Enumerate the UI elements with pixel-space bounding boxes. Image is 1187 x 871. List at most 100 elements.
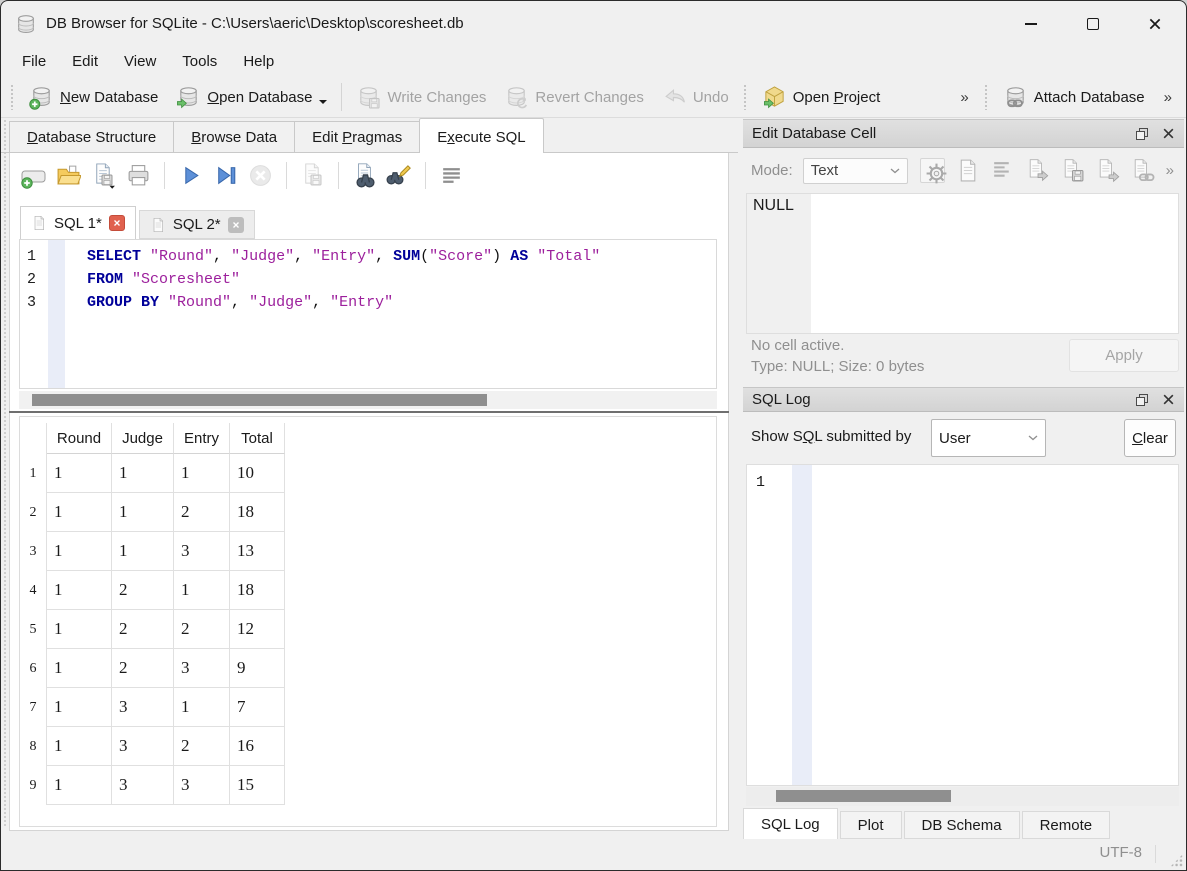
edit-database-cell-dock-titlebar[interactable]: Edit Database Cell xyxy=(743,119,1184,148)
print-icon[interactable] xyxy=(125,162,152,189)
results-cell[interactable]: 1 xyxy=(112,454,174,493)
scrollbar-thumb[interactable] xyxy=(32,394,487,406)
attach-database-button[interactable]: Attach Database xyxy=(994,80,1154,114)
results-cell[interactable]: 2 xyxy=(174,727,230,766)
float-icon[interactable] xyxy=(1135,127,1149,141)
row-number[interactable]: 3 xyxy=(20,532,47,571)
find-replace-icon[interactable] xyxy=(386,162,413,189)
titlebar[interactable]: DB Browser for SQLite - C:\Users\aeric\D… xyxy=(1,1,1186,46)
results-cell[interactable]: 13 xyxy=(230,532,285,571)
clear-button[interactable]: Clear xyxy=(1124,419,1176,457)
results-cell[interactable]: 3 xyxy=(112,766,174,805)
sql-log-view[interactable]: 1 xyxy=(746,464,1179,786)
results-cell[interactable]: 3 xyxy=(174,532,230,571)
find-icon[interactable] xyxy=(351,162,378,189)
results-cell[interactable]: 16 xyxy=(230,727,285,766)
dock-tab-remote[interactable]: Remote xyxy=(1021,811,1111,839)
sql-log-dock-titlebar[interactable]: SQL Log xyxy=(743,387,1184,412)
row-number[interactable]: 2 xyxy=(20,493,47,532)
results-cell[interactable]: 1 xyxy=(112,493,174,532)
results-cell[interactable]: 1 xyxy=(47,532,112,571)
results-cell[interactable]: 18 xyxy=(230,493,285,532)
row-number[interactable]: 9 xyxy=(20,766,47,805)
execute-current-line-icon[interactable] xyxy=(212,162,239,189)
results-cell[interactable]: 2 xyxy=(112,610,174,649)
results-cell[interactable]: 2 xyxy=(112,571,174,610)
results-cell[interactable]: 3 xyxy=(174,766,230,805)
dock-tab-db-schema[interactable]: DB Schema xyxy=(903,811,1020,839)
toolbar-overflow-chevron[interactable]: » xyxy=(1154,89,1182,106)
cell-value-editor[interactable]: NULL xyxy=(746,193,1179,334)
float-icon[interactable] xyxy=(1135,393,1149,407)
results-cell[interactable]: 1 xyxy=(47,688,112,727)
close-tab-icon[interactable] xyxy=(108,215,125,231)
results-cell[interactable]: 1 xyxy=(47,727,112,766)
menu-tools[interactable]: Tools xyxy=(169,49,230,74)
toolbar-overflow-chevron[interactable]: » xyxy=(1166,162,1176,179)
toolbar-drag-handle[interactable] xyxy=(983,84,989,110)
results-cell[interactable]: 3 xyxy=(112,727,174,766)
close-icon[interactable] xyxy=(1162,127,1175,140)
results-cell[interactable]: 10 xyxy=(230,454,285,493)
row-number[interactable]: 8 xyxy=(20,727,47,766)
sql-code-area[interactable]: SELECT "Round", "Judge", "Entry", SUM("S… xyxy=(65,240,716,388)
results-column-header-entry[interactable]: Entry xyxy=(174,423,230,454)
open-project-button[interactable]: Open Project xyxy=(753,80,890,114)
results-cell[interactable]: 15 xyxy=(230,766,285,805)
menu-edit[interactable]: Edit xyxy=(59,49,111,74)
menu-file[interactable]: File xyxy=(9,49,59,74)
sql-file-tab-sql-1[interactable]: SQL 1* xyxy=(20,206,136,239)
results-cell[interactable]: 9 xyxy=(230,649,285,688)
minimize-button[interactable] xyxy=(1000,1,1062,46)
results-cell[interactable]: 12 xyxy=(230,610,285,649)
import-icon[interactable] xyxy=(1025,158,1050,183)
maximize-button[interactable] xyxy=(1062,1,1124,46)
close-icon[interactable] xyxy=(1162,393,1175,406)
dock-tab-sql-log[interactable]: SQL Log xyxy=(743,808,838,839)
text-mode-icon[interactable] xyxy=(955,158,980,183)
tab-edit-pragmas[interactable]: Edit Pragmas xyxy=(294,121,421,153)
undo-button[interactable]: Undo xyxy=(653,80,738,114)
log-horizontal-scrollbar[interactable] xyxy=(746,787,1179,806)
save-icon[interactable] xyxy=(1060,158,1085,183)
new-database-button[interactable]: New Database xyxy=(20,80,167,114)
results-cell[interactable]: 1 xyxy=(112,532,174,571)
toolbar-drag-handle[interactable] xyxy=(10,84,15,110)
results-cell[interactable]: 2 xyxy=(112,649,174,688)
execute-all-icon[interactable] xyxy=(177,162,204,189)
toolbar-drag-handle[interactable] xyxy=(742,84,748,110)
tab-browse-data[interactable]: Browse Data xyxy=(173,121,296,153)
row-number[interactable]: 6 xyxy=(20,649,47,688)
tab-execute-sql[interactable]: Execute SQL xyxy=(419,118,544,153)
scrollbar-thumb[interactable] xyxy=(776,790,951,802)
revert-changes-button[interactable]: Revert Changes xyxy=(495,80,652,114)
results-cell[interactable]: 1 xyxy=(47,571,112,610)
link-icon[interactable] xyxy=(1130,158,1155,183)
new-sql-tab-icon[interactable] xyxy=(20,162,47,189)
resize-grip-icon[interactable] xyxy=(1170,854,1183,867)
apply-button[interactable]: Apply xyxy=(1069,339,1179,372)
mode-select[interactable]: Text xyxy=(802,157,908,184)
stop-icon[interactable] xyxy=(247,162,274,189)
write-changes-button[interactable]: Write Changes xyxy=(347,80,495,114)
editor-results-splitter[interactable] xyxy=(9,411,729,413)
settings-icon[interactable] xyxy=(919,158,945,183)
export-icon[interactable] xyxy=(1095,158,1120,183)
sql-editor[interactable]: 1 2 3 SELECT "Round", "Judge", "Entry", SU… xyxy=(19,239,717,389)
results-cell[interactable]: 3 xyxy=(112,688,174,727)
save-sql-file-icon[interactable] xyxy=(90,162,117,189)
close-tab-icon[interactable] xyxy=(227,216,244,233)
justify-icon[interactable] xyxy=(990,158,1015,183)
results-cell[interactable]: 2 xyxy=(174,610,230,649)
results-column-header-total[interactable]: Total xyxy=(230,423,285,454)
row-number[interactable]: 7 xyxy=(20,688,47,727)
row-number[interactable]: 5 xyxy=(20,610,47,649)
open-sql-file-icon[interactable] xyxy=(55,162,82,189)
editor-horizontal-scrollbar[interactable] xyxy=(19,391,717,409)
results-cell[interactable]: 3 xyxy=(174,649,230,688)
sql-file-tab-sql-2[interactable]: SQL 2* xyxy=(138,210,255,239)
results-cell[interactable]: 7 xyxy=(230,688,285,727)
results-cell[interactable]: 1 xyxy=(47,766,112,805)
toolbar-overflow-chevron[interactable]: » xyxy=(950,89,978,106)
results-cell[interactable]: 1 xyxy=(47,493,112,532)
